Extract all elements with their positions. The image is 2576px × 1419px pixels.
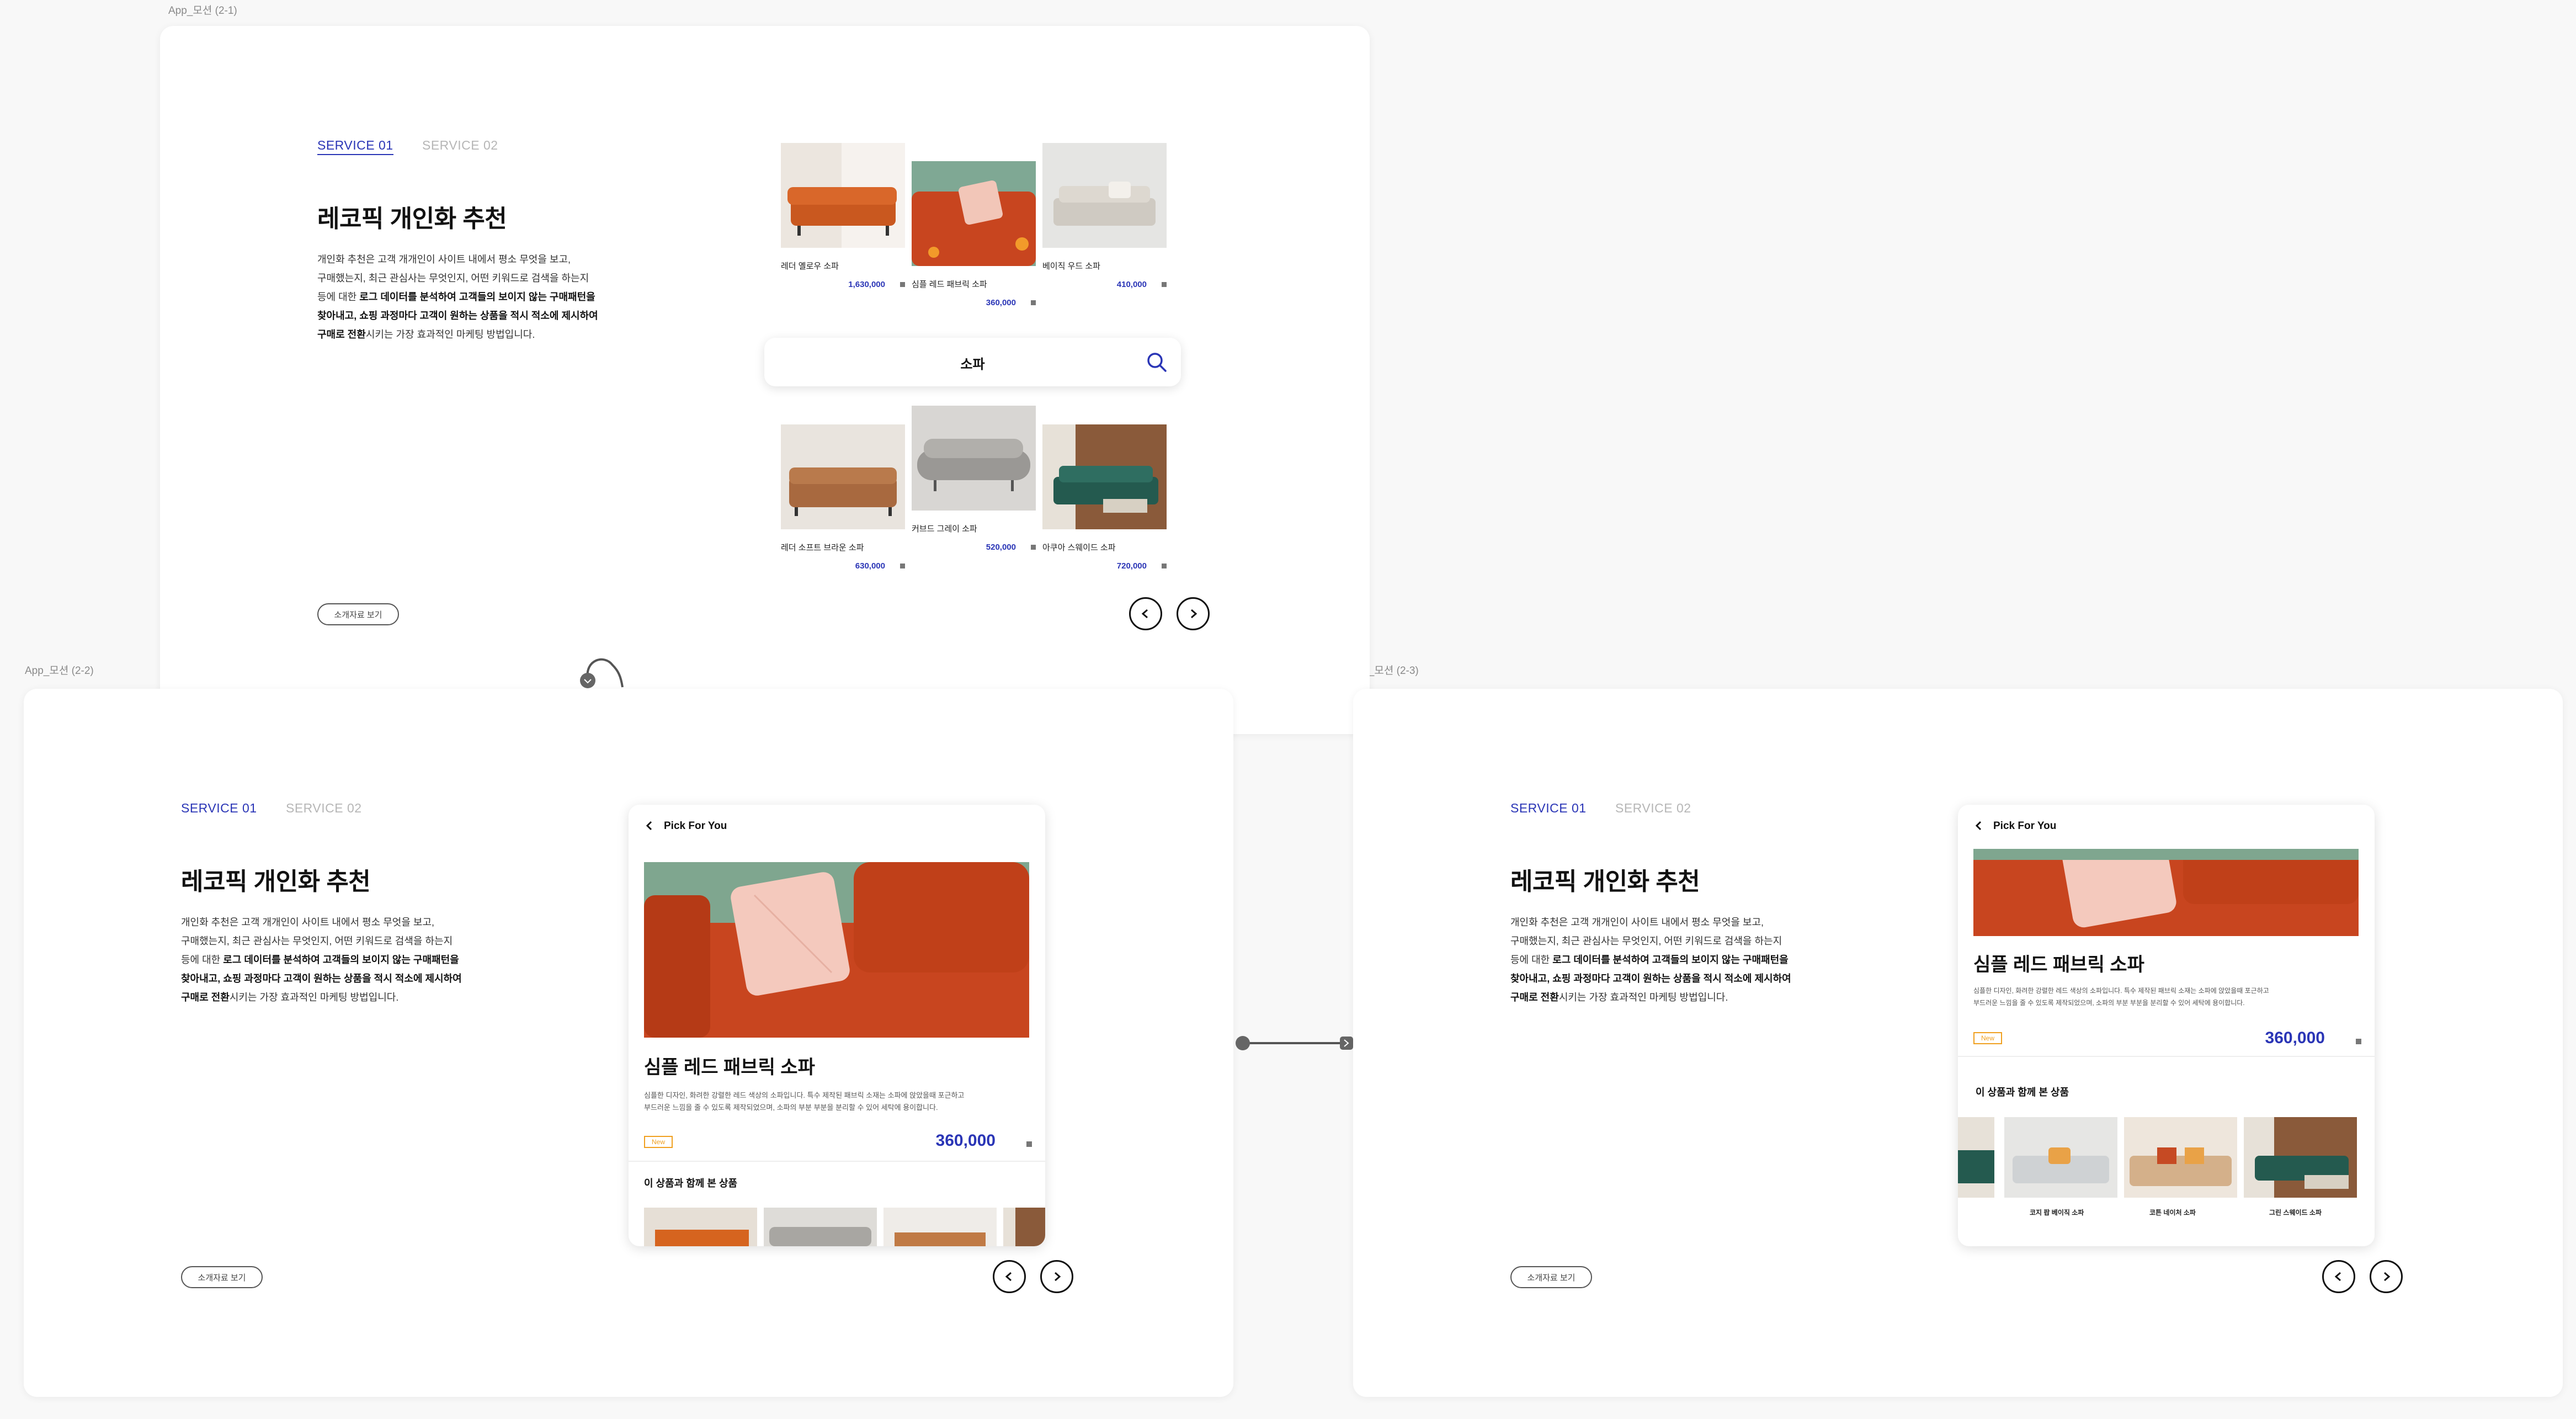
- product-card[interactable]: 심플 레드 패브릭 소파 360,000: [912, 161, 1036, 343]
- page-title: 레코픽 개인화 추천: [317, 205, 507, 232]
- related-item[interactable]: [1003, 1208, 1045, 1246]
- product-price: 1,630,000: [848, 280, 885, 289]
- product-card[interactable]: 아쿠아 스웨이드 소파 720,000: [1042, 424, 1167, 607]
- back-arrow-icon[interactable]: [644, 820, 655, 834]
- product-menu-icon[interactable]: [900, 564, 905, 568]
- page-title: 레코픽 개인화 추천: [1510, 868, 1700, 895]
- product-price: 630,000: [855, 561, 885, 571]
- related-item-name: 코튼 네이처 소파: [2149, 1209, 2196, 1216]
- artboard-2-2: SERVICE 01 SERVICE 02 레코픽 개인화 추천 개인화 추천은…: [24, 689, 1233, 1397]
- product-description: 심플한 디자인, 화려한 강렬한 레드 색상의 소파입니다. 특수 제작된 패브…: [644, 1091, 965, 1112]
- search-icon[interactable]: [1146, 351, 1168, 373]
- search-query: 소파: [960, 357, 985, 372]
- tab-service-02[interactable]: SERVICE 02: [286, 801, 362, 816]
- related-item[interactable]: [2004, 1117, 2117, 1198]
- product-description: 심플한 디자인, 화려한 강렬한 레드 색상의 소파입니다. 특수 제작된 패브…: [1973, 987, 2269, 1007]
- next-button[interactable]: [1177, 597, 1210, 630]
- product-image: [1042, 424, 1167, 529]
- product-name: 레더 소프트 브라운 소파: [781, 543, 864, 552]
- product-menu-icon[interactable]: [1031, 300, 1036, 305]
- product-menu-icon[interactable]: [1162, 564, 1167, 568]
- product-image: [781, 424, 905, 529]
- product-name: 레더 옐로우 소파: [781, 262, 839, 271]
- chevron-left-icon: [1005, 1272, 1012, 1282]
- product-menu-icon[interactable]: [1031, 545, 1036, 550]
- prototype-connector: [580, 658, 624, 688]
- product-image: [781, 143, 905, 248]
- artboard-2-3: SERVICE 01 SERVICE 02 레코픽 개인화 추천 개인화 추천은…: [1353, 689, 2563, 1397]
- product-menu-icon[interactable]: [1026, 1141, 1032, 1147]
- description: 개인화 추천은 고객 개개인이 사이트 내에서 평소 무엇을 보고, 구매했는지…: [181, 917, 462, 1003]
- description: 개인화 추천은 고객 개개인이 사이트 내에서 평소 무엇을 보고, 구매했는지…: [317, 254, 598, 340]
- product-card[interactable]: 커브드 그레이 소파 520,000: [912, 406, 1036, 588]
- product-image: [912, 406, 1036, 511]
- tab-service-01[interactable]: SERVICE 01: [317, 138, 393, 155]
- frame-label-1: App_모션 (2-1): [168, 5, 237, 17]
- page-title: 레코픽 개인화 추천: [181, 868, 371, 895]
- prev-button[interactable]: [1129, 597, 1162, 630]
- related-item-name: 그린 스웨이드 소파: [2269, 1209, 2322, 1216]
- prev-button[interactable]: [2322, 1260, 2355, 1293]
- next-button[interactable]: [1040, 1260, 1073, 1293]
- product-card[interactable]: 레더 소프트 브라운 소파 630,000: [781, 424, 905, 607]
- product-name: 심플 레드 패브릭 소파: [1973, 954, 2144, 975]
- product-menu-icon[interactable]: [1162, 282, 1167, 287]
- artboard-2-1: SERVICE 01 SERVICE 02 레코픽 개인화 추천 개인화 추천은…: [160, 26, 1370, 734]
- product-name: 심플 레드 패브릭 소파: [644, 1057, 815, 1078]
- chevron-left-icon: [2334, 1272, 2341, 1282]
- tab-service-02[interactable]: SERVICE 02: [422, 138, 498, 153]
- prev-button[interactable]: [993, 1260, 1026, 1293]
- brochure-button[interactable]: 소개자료 보기: [317, 603, 399, 625]
- product-hero-image: [644, 862, 1029, 1038]
- new-badge: New: [1973, 1032, 2003, 1044]
- product-name: 베이직 우드 소파: [1042, 262, 1100, 271]
- panel-title: Pick For You: [1993, 820, 2057, 832]
- related-item[interactable]: [764, 1208, 877, 1246]
- chevron-left-icon: [1141, 609, 1148, 619]
- related-title: 이 상품과 함께 본 상품: [1976, 1087, 2069, 1098]
- related-title: 이 상품과 함께 본 상품: [644, 1178, 738, 1189]
- product-detail-panel: Pick For You 심플 레드 패브릭 소파 심플한 디자인, 화려한 강…: [1958, 805, 2375, 1246]
- frame-label-2: App_모션 (2-2): [25, 665, 94, 677]
- related-item[interactable]: [1958, 1117, 1994, 1198]
- product-price: 520,000: [986, 543, 1016, 552]
- product-card[interactable]: 베이직 우드 소파 410,000: [1042, 143, 1167, 325]
- panel-title: Pick For You: [664, 820, 727, 832]
- product-price: 360,000: [986, 298, 1016, 307]
- product-name: 커브드 그레이 소파: [912, 524, 977, 534]
- product-hero-image: [1973, 849, 2359, 936]
- product-menu-icon[interactable]: [900, 282, 905, 287]
- product-image: [912, 161, 1036, 266]
- related-item-name: 코지 팝 베이직 소파: [2030, 1209, 2084, 1216]
- product-menu-icon[interactable]: [2356, 1039, 2361, 1044]
- brochure-button[interactable]: 소개자료 보기: [1510, 1266, 1592, 1288]
- product-price: 410,000: [1116, 280, 1147, 289]
- chevron-right-icon: [1191, 609, 1197, 619]
- chevron-right-icon: [2384, 1272, 2391, 1282]
- related-item[interactable]: [2244, 1117, 2357, 1198]
- back-arrow-icon[interactable]: [1973, 820, 1984, 834]
- product-name: 아쿠아 스웨이드 소파: [1042, 543, 1116, 552]
- search-bar[interactable]: 소파: [764, 338, 1181, 386]
- tab-service-02[interactable]: SERVICE 02: [1615, 801, 1691, 816]
- related-item[interactable]: [644, 1208, 757, 1246]
- product-price: 720,000: [1116, 561, 1147, 571]
- product-image: [1042, 143, 1167, 248]
- product-detail-panel: Pick For You 심플 레드 패브릭 소파 심플한 디자인, 화려한 강…: [629, 805, 1045, 1246]
- new-badge: New: [644, 1136, 673, 1148]
- next-button[interactable]: [2370, 1260, 2403, 1293]
- related-item[interactable]: [2124, 1117, 2237, 1198]
- chevron-right-icon: [1055, 1272, 1061, 1282]
- tab-service-01[interactable]: SERVICE 01: [1510, 801, 1587, 817]
- prototype-connector: [1236, 1036, 1353, 1050]
- tab-service-01[interactable]: SERVICE 01: [181, 801, 257, 817]
- product-card[interactable]: 레더 옐로우 소파 1,630,000: [781, 143, 905, 325]
- product-price: 360,000: [2265, 1029, 2325, 1047]
- product-name: 심플 레드 패브릭 소파: [912, 280, 987, 289]
- related-item[interactable]: [883, 1208, 997, 1246]
- brochure-button[interactable]: 소개자료 보기: [181, 1266, 263, 1288]
- description: 개인화 추천은 고객 개개인이 사이트 내에서 평소 무엇을 보고, 구매했는지…: [1510, 917, 1791, 1003]
- product-price: 360,000: [935, 1131, 996, 1150]
